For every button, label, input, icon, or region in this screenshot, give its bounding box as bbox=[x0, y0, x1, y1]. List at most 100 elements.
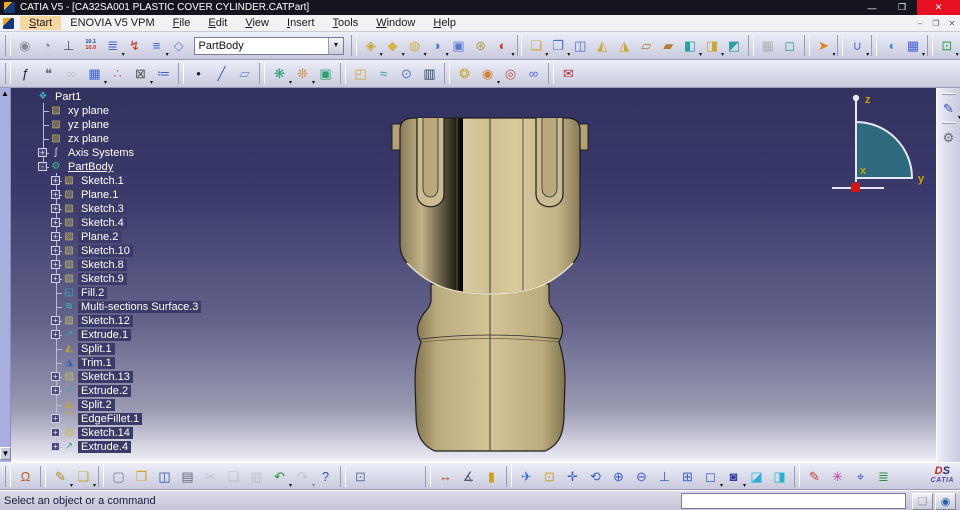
toolbar-handle[interactable] bbox=[941, 122, 956, 124]
exit-workbench-icon[interactable]: ❏ ▾ bbox=[73, 466, 96, 489]
design-table-icon[interactable]: ▦ ▾ bbox=[84, 63, 107, 86]
tree-item-edgefillet-1[interactable]: EdgeFillet.1 bbox=[78, 413, 143, 425]
tree-item-sketch-12[interactable]: Sketch.12 bbox=[78, 315, 133, 327]
tree-expand-handle[interactable]: + bbox=[51, 316, 60, 325]
pad-diamond-icon[interactable]: ◇ bbox=[169, 35, 189, 56]
wave-surface-icon[interactable]: ≈ bbox=[373, 63, 394, 84]
fill-surface-icon[interactable]: ⊛ bbox=[471, 35, 491, 56]
tree-item-sketch-9[interactable]: Sketch.9 bbox=[78, 273, 127, 285]
user-feature-icon[interactable]: ❊ ▾ bbox=[292, 63, 315, 86]
thick-surface-icon[interactable]: ▥ bbox=[419, 63, 440, 84]
rotate-icon[interactable]: ⟲ bbox=[585, 466, 606, 487]
power-copy-icon[interactable]: ∪ ▾ bbox=[847, 35, 870, 58]
dropdown-arrow-icon[interactable]: ▾ bbox=[956, 52, 959, 58]
constraint-box-icon[interactable]: ◻ bbox=[780, 35, 800, 56]
tree-expand-handle[interactable]: + bbox=[51, 176, 60, 185]
sketcher-icon[interactable]: ✎ ▾ bbox=[50, 466, 73, 489]
list-icon[interactable]: ≡ ▾ bbox=[147, 35, 169, 58]
tree-item-sketch-14[interactable]: Sketch.14 bbox=[78, 427, 133, 439]
axis-system-icon[interactable]: ⊥ bbox=[59, 35, 79, 56]
dropdown-arrow-icon[interactable]: ▾ bbox=[922, 52, 925, 58]
catalog-browser-icon[interactable]: ❋ ▾ bbox=[269, 63, 292, 86]
whats-this-icon[interactable]: ? bbox=[315, 466, 336, 487]
apply-material-icon[interactable]: ✳ bbox=[827, 466, 848, 487]
fly-mode-icon[interactable]: ✈ bbox=[516, 466, 537, 487]
tree-item-plane-2[interactable]: Plane.2 bbox=[78, 231, 122, 243]
lock-icon[interactable]: ⊠ ▾ bbox=[130, 63, 153, 86]
pen-annotation-icon[interactable]: ✎ bbox=[804, 466, 825, 487]
join-icon[interactable]: ❏ ▾ bbox=[526, 35, 548, 58]
boundary-icon[interactable]: ▱ bbox=[636, 35, 656, 56]
sweep-surface-icon[interactable]: ▣ bbox=[449, 35, 469, 56]
tree-expand-handle[interactable]: + bbox=[51, 260, 60, 269]
tree-item-trim-1[interactable]: Trim.1 bbox=[78, 357, 115, 369]
select-arrow-icon[interactable]: ➤ ▾ bbox=[814, 35, 835, 58]
transfer-icon[interactable]: ◎ bbox=[500, 63, 521, 84]
revolve-surface-icon[interactable]: ◆ ▾ bbox=[383, 35, 405, 58]
plane-icon[interactable]: ▱ bbox=[234, 63, 255, 84]
partbody-combo[interactable]: PartBody ▼ bbox=[193, 36, 344, 55]
normal-view-icon[interactable]: ⊥ bbox=[654, 466, 675, 487]
offset-surface-icon[interactable]: ◑ ▾ bbox=[427, 35, 449, 58]
save-icon[interactable]: ◫ bbox=[154, 466, 175, 487]
tree-expand-handle[interactable]: + bbox=[38, 148, 47, 157]
junction-icon[interactable]: ∞ bbox=[523, 63, 544, 84]
child-close-button[interactable]: ✕ bbox=[944, 19, 960, 28]
zoom-in-icon[interactable]: ⊕ bbox=[608, 466, 629, 487]
compass-manipulation-icon[interactable]: ⌖ bbox=[850, 466, 871, 487]
tree-expand-handle[interactable]: + bbox=[51, 190, 60, 199]
minimize-button[interactable]: — bbox=[857, 0, 887, 15]
spiral-curve-icon[interactable]: ◉ bbox=[15, 35, 35, 56]
menu-file[interactable]: File bbox=[164, 16, 200, 30]
tree-item-partbody[interactable]: PartBody bbox=[65, 161, 116, 173]
zoom-out-icon[interactable]: ⊖ bbox=[631, 466, 652, 487]
symmetry-icon[interactable]: ◩ bbox=[724, 35, 744, 56]
tree-expand-handle[interactable]: + bbox=[51, 442, 60, 451]
equivalent-dimensions-icon[interactable]: ≔ bbox=[153, 63, 174, 84]
tree-expand-handle[interactable]: + bbox=[51, 386, 60, 395]
split-icon[interactable]: ◭ bbox=[592, 35, 612, 56]
trim-icon[interactable]: ◮ bbox=[614, 35, 634, 56]
unfold-icon[interactable]: ◉ ▾ bbox=[477, 63, 500, 86]
relations-icon[interactable]: ∴ bbox=[107, 63, 128, 84]
extrude-volume-icon[interactable]: ◰ bbox=[350, 63, 371, 84]
toolbar-handle[interactable] bbox=[941, 93, 956, 95]
print-icon[interactable]: ▤ bbox=[177, 466, 198, 487]
gear-options-icon[interactable]: ⚙ bbox=[938, 127, 959, 148]
tree-item-extrude-1[interactable]: Extrude.1 bbox=[78, 329, 132, 341]
tree-expand-handle[interactable]: + bbox=[51, 274, 60, 283]
tree-item-plane-1[interactable]: Plane.1 bbox=[78, 189, 122, 201]
bolt-icon[interactable]: ↯ bbox=[125, 35, 145, 56]
maximize-button[interactable]: ❐ bbox=[887, 0, 917, 15]
command-input[interactable] bbox=[681, 493, 906, 509]
tree-expand-handle[interactable]: + bbox=[51, 232, 60, 241]
menu-help[interactable]: Help bbox=[424, 16, 465, 30]
tree-item-zx-plane[interactable]: zx plane bbox=[65, 133, 112, 145]
tree-item-extrude-4[interactable]: Extrude.4 bbox=[78, 441, 132, 453]
dropdown-arrow-icon[interactable]: ▾ bbox=[832, 52, 835, 58]
tree-item-sketch-10[interactable]: Sketch.10 bbox=[78, 245, 133, 257]
globe-hand-icon[interactable]: ◔ bbox=[37, 35, 57, 56]
develop-icon[interactable]: ❂ bbox=[454, 63, 475, 84]
tree-item-part1[interactable]: Part1 bbox=[52, 91, 84, 103]
tree-expand-handle[interactable]: + bbox=[51, 204, 60, 213]
multi-sections-surface-icon[interactable]: ◐ ▾ bbox=[493, 35, 515, 58]
tree-expand-handle[interactable]: + bbox=[51, 428, 60, 437]
menu-start[interactable]: Start bbox=[20, 16, 62, 30]
comment-icon[interactable]: ❝ bbox=[38, 63, 59, 84]
open-icon[interactable]: ❐ bbox=[131, 466, 152, 487]
grid-icon[interactable]: ▦ ▾ bbox=[903, 35, 925, 58]
dropdown-arrow-icon[interactable]: ▾ bbox=[511, 52, 514, 58]
extrude-surface-icon[interactable]: ◈ ▾ bbox=[361, 35, 383, 58]
measure-item-icon[interactable]: ∡ bbox=[458, 466, 479, 487]
multi-view-icon[interactable]: ⊞ bbox=[677, 466, 698, 487]
formula-icon[interactable]: ƒ bbox=[15, 63, 36, 84]
translate-icon[interactable]: ◨ ▾ bbox=[702, 35, 724, 58]
tree-item-xy-plane[interactable]: xy plane bbox=[65, 105, 112, 117]
menu-insert[interactable]: Insert bbox=[278, 16, 324, 30]
menu-tools[interactable]: Tools bbox=[324, 16, 368, 30]
tree-scroll-up-icon[interactable]: ▲ bbox=[1, 90, 9, 98]
tree-item-split-1[interactable]: Split.1 bbox=[78, 343, 115, 355]
tree-item-extrude-2[interactable]: Extrude.2 bbox=[78, 385, 132, 397]
workbench-icon[interactable]: Ω bbox=[15, 466, 36, 487]
